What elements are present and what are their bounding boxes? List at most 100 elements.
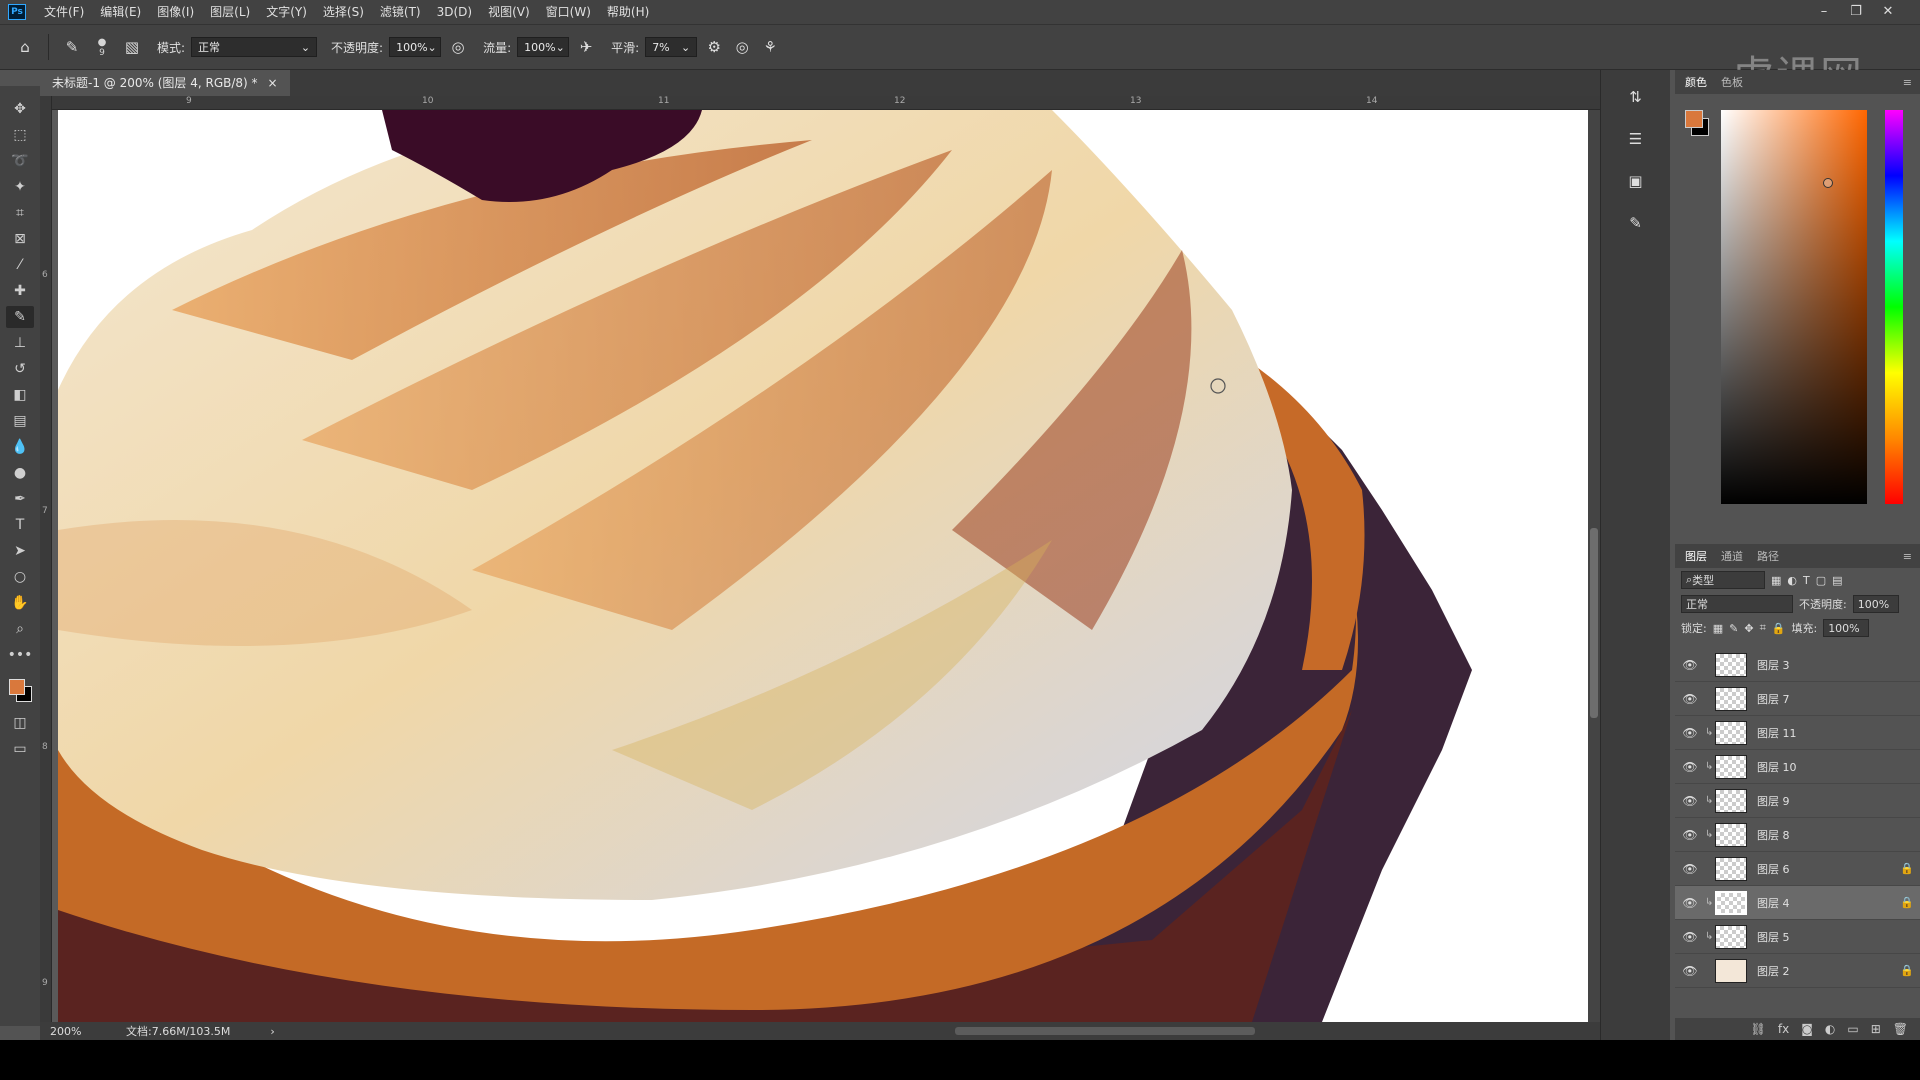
type-tool-icon[interactable]: T xyxy=(6,514,34,536)
menu-3d[interactable]: 3D(D) xyxy=(429,0,480,24)
magic-wand-tool-icon[interactable]: ✦ xyxy=(6,176,34,198)
trash-icon[interactable]: 🗑 xyxy=(1893,1022,1908,1036)
add-mask-icon[interactable]: ◙ xyxy=(1801,1022,1813,1036)
lock-all-icon[interactable]: 🔒 xyxy=(1772,622,1786,635)
adjustments-panel-icon[interactable]: ☰ xyxy=(1619,124,1653,154)
zoom-tool-icon[interactable]: ⌕ xyxy=(6,618,34,640)
filter-smart-object-icon[interactable]: ▤ xyxy=(1832,574,1842,587)
symmetry-icon[interactable]: ⚘ xyxy=(759,36,781,58)
tab-color[interactable]: 颜色 xyxy=(1685,74,1707,90)
eye-icon[interactable]: 👁 xyxy=(1675,930,1705,944)
eye-icon[interactable]: 👁 xyxy=(1675,726,1705,740)
close-icon[interactable]: × xyxy=(268,70,278,96)
scrollbar-thumb[interactable] xyxy=(1590,528,1598,718)
menu-layer[interactable]: 图层(L) xyxy=(202,0,258,24)
menu-view[interactable]: 视图(V) xyxy=(480,0,538,24)
link-layers-icon[interactable]: ⛓ xyxy=(1751,1022,1766,1036)
layer-row[interactable]: 👁 ↳ 图层 8 xyxy=(1675,818,1920,852)
layer-row[interactable]: 👁 ↳ 图层 5 xyxy=(1675,920,1920,954)
healing-brush-tool-icon[interactable]: ✚ xyxy=(6,280,34,302)
more-tools-icon[interactable]: ••• xyxy=(6,644,34,666)
crop-tool-icon[interactable]: ⌗ xyxy=(6,202,34,224)
pressure-size-icon[interactable]: ◎ xyxy=(731,36,753,58)
layer-row[interactable]: 👁 图层 2 🔒 xyxy=(1675,954,1920,988)
brush-tool-icon[interactable]: ✎ xyxy=(6,306,34,328)
menu-help[interactable]: 帮助(H) xyxy=(599,0,657,24)
tab-channels[interactable]: 通道 xyxy=(1721,548,1743,564)
move-tool-icon[interactable]: ✥ xyxy=(6,98,34,120)
layer-filter-select[interactable]: ⌕ 类型 xyxy=(1681,571,1765,589)
layer-row[interactable]: 👁 图层 3 xyxy=(1675,648,1920,682)
eye-icon[interactable]: 👁 xyxy=(1675,828,1705,842)
tab-swatches[interactable]: 色板 xyxy=(1721,74,1743,90)
eyedropper-tool-icon[interactable]: ⁄ xyxy=(6,254,34,276)
horizontal-scrollbar-thumb[interactable] xyxy=(954,1027,1255,1035)
menu-filter[interactable]: 滤镜(T) xyxy=(372,0,429,24)
eye-icon[interactable]: 👁 xyxy=(1675,760,1705,774)
layer-opacity-input[interactable]: 100% xyxy=(1852,595,1899,613)
blur-tool-icon[interactable]: 💧 xyxy=(6,436,34,458)
quick-mask-icon[interactable]: ◫ xyxy=(6,712,34,734)
color-swatches[interactable] xyxy=(6,676,34,708)
eye-icon[interactable]: 👁 xyxy=(1675,794,1705,808)
pen-tool-icon[interactable]: ✒ xyxy=(6,488,34,510)
pressure-opacity-icon[interactable]: ◎ xyxy=(447,36,469,58)
lock-pixels-icon[interactable]: ✎ xyxy=(1729,622,1738,635)
eye-icon[interactable]: 👁 xyxy=(1675,658,1705,672)
airbrush-icon[interactable]: ✈ xyxy=(575,36,597,58)
new-group-icon[interactable]: ▭ xyxy=(1847,1022,1858,1036)
canvas-area[interactable] xyxy=(52,110,1588,1022)
smoothing-input[interactable]: 7% ⌄ xyxy=(645,37,698,57)
opacity-input[interactable]: 100% ⌄ xyxy=(389,37,442,57)
path-selection-tool-icon[interactable]: ➤ xyxy=(6,540,34,562)
screen-mode-icon[interactable]: ▭ xyxy=(6,738,34,760)
fx-icon[interactable]: fx xyxy=(1778,1022,1789,1036)
lock-artboard-icon[interactable]: ⌗ xyxy=(1760,621,1766,635)
layer-row[interactable]: 👁 图层 6 🔒 xyxy=(1675,852,1920,886)
brush-settings-icon[interactable]: ✎ xyxy=(1619,208,1653,238)
filter-pixel-icon[interactable]: ▦ xyxy=(1771,574,1781,587)
restore-icon[interactable]: ❐ xyxy=(1842,0,1870,24)
properties-panel-icon[interactable]: ▣ xyxy=(1619,166,1653,196)
menu-file[interactable]: 文件(F) xyxy=(36,0,92,24)
tab-layers[interactable]: 图层 xyxy=(1685,548,1707,564)
new-layer-icon[interactable]: ⊞ xyxy=(1871,1022,1881,1036)
history-panel-icon[interactable]: ⇅ xyxy=(1619,82,1653,112)
cupcake-artwork[interactable] xyxy=(52,110,1588,1022)
gradient-tool-icon[interactable]: ▤ xyxy=(6,410,34,432)
filter-adjustment-icon[interactable]: ◐ xyxy=(1787,574,1797,587)
tab-paths[interactable]: 路径 xyxy=(1757,548,1779,564)
menu-image[interactable]: 图像(I) xyxy=(149,0,202,24)
history-brush-tool-icon[interactable]: ↺ xyxy=(6,358,34,380)
layer-row-selected[interactable]: 👁 ↳ 图层 4 🔒 xyxy=(1675,886,1920,920)
home-icon[interactable]: ⌂ xyxy=(14,36,36,58)
adjustment-layer-icon[interactable]: ◐ xyxy=(1825,1022,1835,1036)
eye-icon[interactable]: 👁 xyxy=(1675,862,1705,876)
vertical-scrollbar[interactable] xyxy=(1588,110,1600,1022)
foreground-color-swatch[interactable] xyxy=(1685,110,1703,128)
filter-shape-icon[interactable]: ▢ xyxy=(1816,574,1826,587)
hue-slider[interactable] xyxy=(1885,110,1903,504)
document-tab[interactable]: 未标题-1 @ 200% (图层 4, RGB/8) * × xyxy=(40,70,290,96)
zoom-level[interactable]: 200% xyxy=(50,1025,120,1038)
panel-menu-icon[interactable]: ≡ xyxy=(1903,76,1912,89)
layer-row[interactable]: 👁 ↳ 图层 11 xyxy=(1675,716,1920,750)
blend-mode-select[interactable]: 正常 xyxy=(1681,595,1793,613)
mode-select[interactable]: 正常 ⌄ xyxy=(191,37,318,57)
marquee-tool-icon[interactable]: ⬚ xyxy=(6,124,34,146)
ellipse-tool-icon[interactable]: ○ xyxy=(6,566,34,588)
eraser-tool-icon[interactable]: ◧ xyxy=(6,384,34,406)
dodge-tool-icon[interactable]: ● xyxy=(6,462,34,484)
menu-window[interactable]: 窗口(W) xyxy=(538,0,599,24)
close-icon[interactable]: ✕ xyxy=(1874,0,1902,24)
flow-input[interactable]: 100% ⌄ xyxy=(517,37,570,57)
minimize-icon[interactable]: – xyxy=(1810,0,1838,24)
layer-row[interactable]: 👁 ↳ 图层 10 xyxy=(1675,750,1920,784)
menu-select[interactable]: 选择(S) xyxy=(315,0,372,24)
panel-menu-icon[interactable]: ≡ xyxy=(1903,550,1912,563)
lock-position-icon[interactable]: ✥ xyxy=(1744,622,1753,635)
foreground-color-swatch[interactable] xyxy=(9,679,25,695)
menu-type[interactable]: 文字(Y) xyxy=(258,0,315,24)
eye-icon[interactable]: 👁 xyxy=(1675,896,1705,910)
brush-tool-icon[interactable]: ✎ xyxy=(61,36,83,58)
